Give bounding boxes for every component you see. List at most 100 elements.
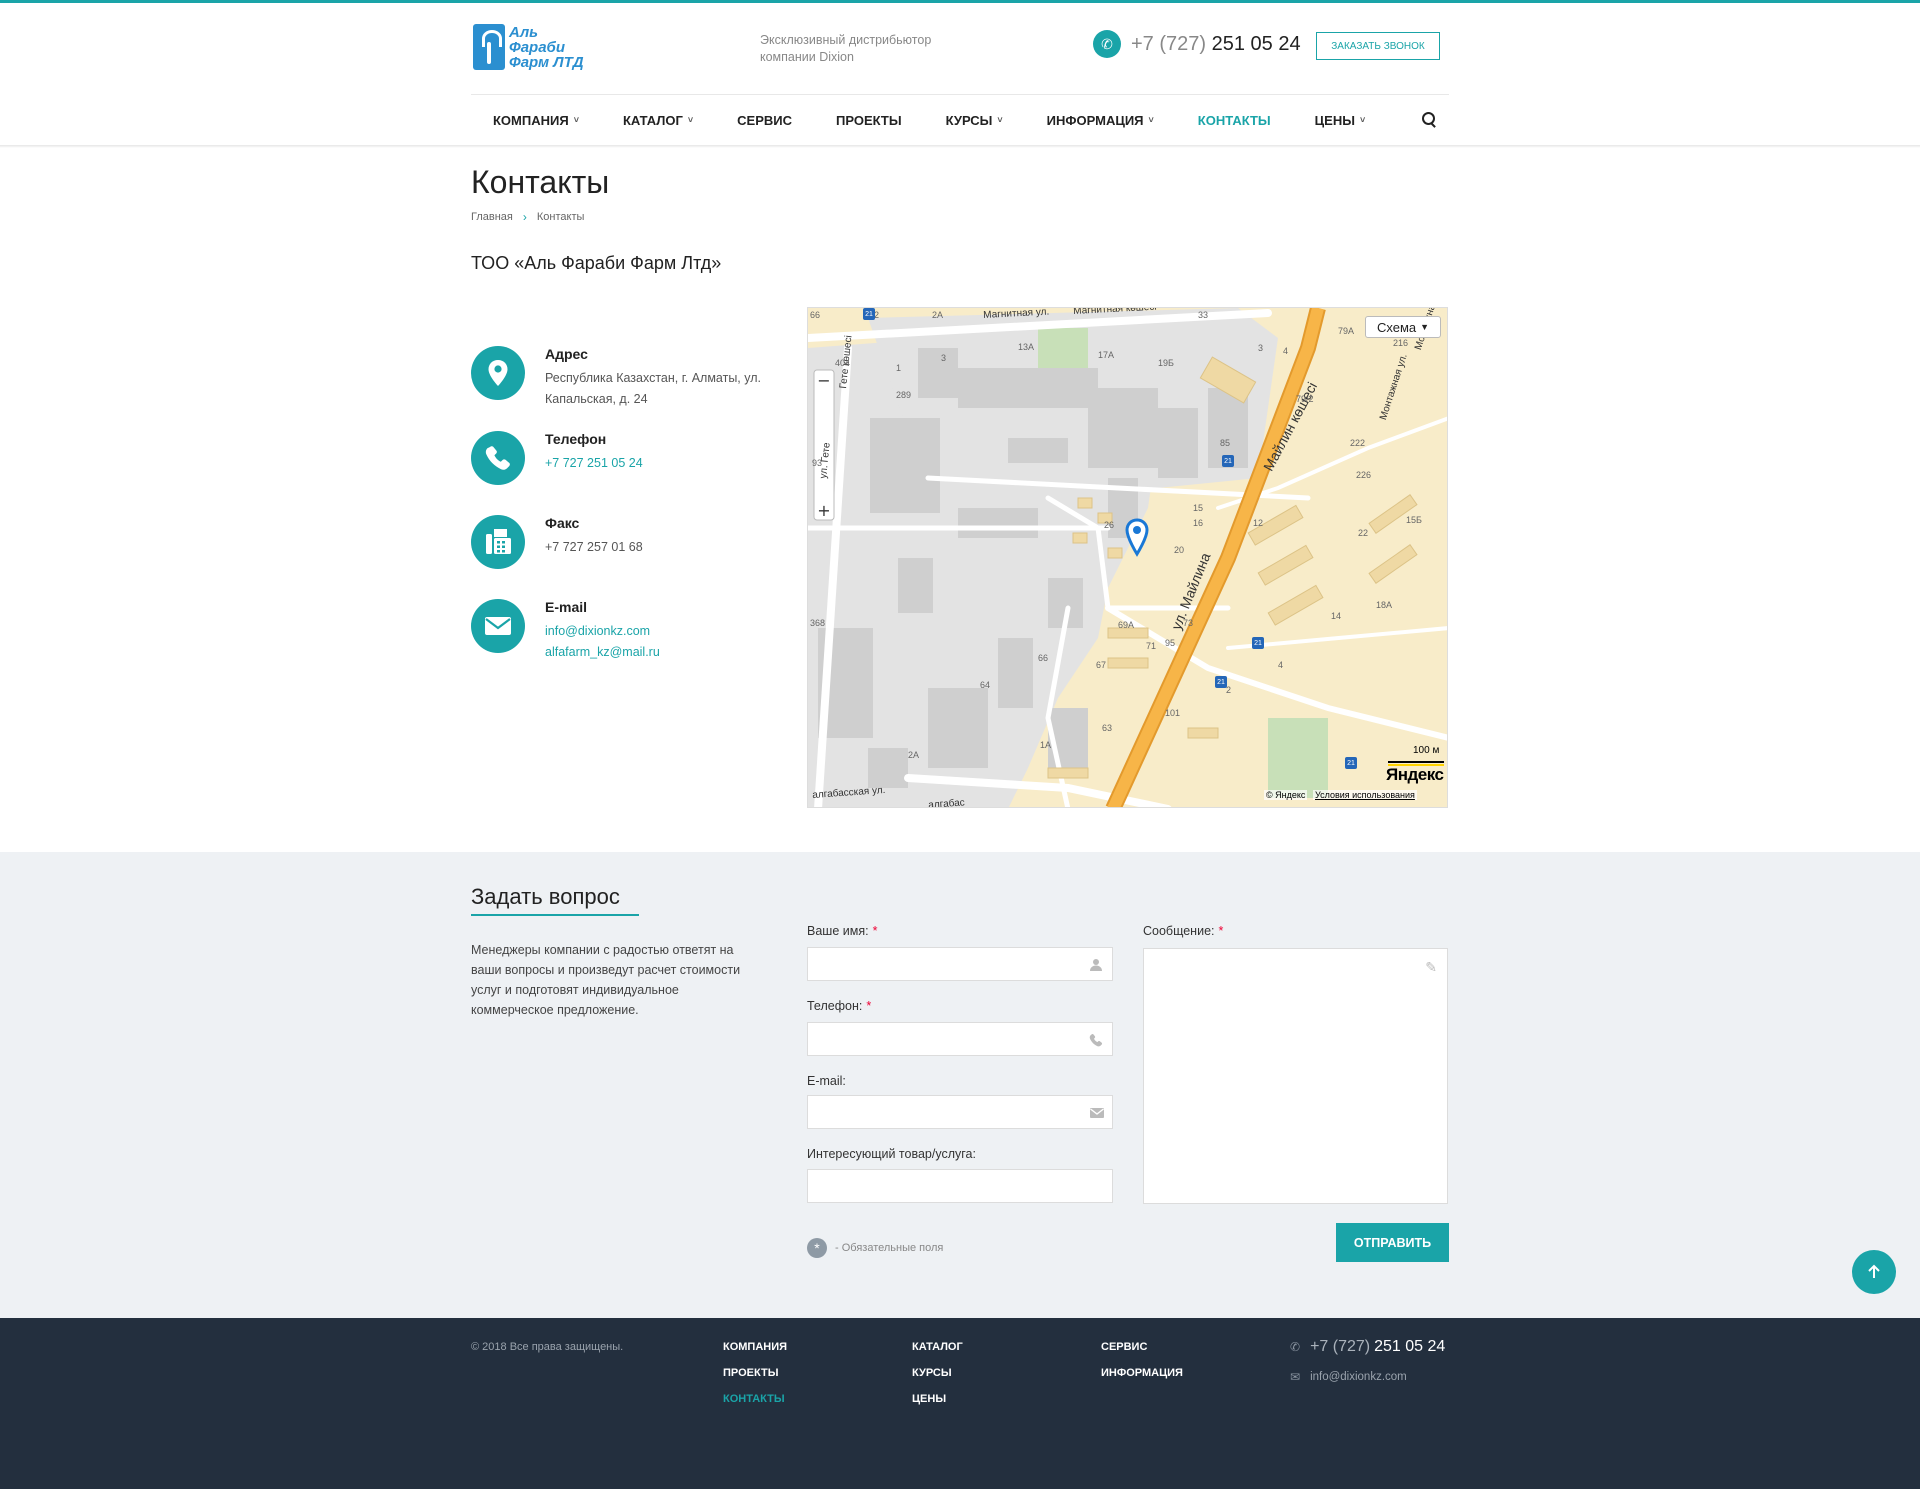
nav-item-label: Информация	[1046, 112, 1144, 128]
map-street-label: алгабас	[928, 797, 966, 808]
map-house-number: 2А	[932, 310, 944, 320]
map-house-number: 12	[1253, 518, 1264, 528]
map-house-number: 2А	[908, 750, 920, 760]
breadcrumb: Главная › Контакты	[471, 210, 584, 224]
map-house-number: 1А	[1040, 740, 1052, 750]
yandex-map[interactable]: − + ул. Майлина Майлин көшесі Магнитная ул…	[807, 307, 1448, 808]
nav-item-8[interactable]: Цены ˅	[1315, 95, 1366, 145]
map-house-number: 33	[1198, 310, 1209, 320]
location-pin-icon	[471, 346, 525, 400]
map-house-number: 15	[1193, 503, 1204, 513]
yandex-logo: Яндекс	[1386, 765, 1444, 784]
map-house-number: 64	[980, 680, 991, 690]
fax-icon	[471, 515, 525, 569]
title-underline	[471, 914, 639, 916]
map-house-number: 3	[1258, 343, 1264, 353]
chevron-down-icon: ˅	[687, 115, 694, 125]
name-field[interactable]	[807, 947, 1113, 981]
email-link-secondary[interactable]: alfafarm_kz@mail.ru	[545, 642, 785, 663]
map-house-number: 63	[1102, 723, 1113, 733]
svg-text:+: +	[817, 501, 830, 520]
map-house-number: 26	[1104, 520, 1115, 530]
nav-item-label: Сервис	[737, 112, 793, 128]
phone-icon	[471, 431, 525, 485]
submit-button[interactable]: Отправить	[1336, 1223, 1449, 1262]
scroll-to-top-button[interactable]	[1852, 1250, 1896, 1294]
nav-item-3[interactable]: Сервис	[737, 95, 792, 145]
callback-button[interactable]: Заказать звонок	[1316, 32, 1440, 60]
footer-nav-item[interactable]: Контакты	[723, 1393, 785, 1405]
map-house-number: 4	[1278, 660, 1284, 670]
header-phone-number: +7 (727) 251 05 24	[1131, 32, 1301, 55]
nav-item-1[interactable]: Компания ˅	[493, 95, 579, 145]
map-house-number: 14	[1331, 611, 1342, 621]
map-house-number: 3	[941, 353, 947, 363]
nav-item-label: Каталог	[622, 112, 683, 128]
map-house-number: 18А	[1376, 600, 1393, 610]
map-house-number: 85	[1220, 438, 1231, 448]
map-house-number: 289	[896, 390, 912, 400]
map-route-badge: 21	[1345, 757, 1357, 769]
map-house-number: 13А	[1018, 342, 1035, 352]
phone-field[interactable]	[807, 1022, 1113, 1056]
phone-icon	[1089, 1033, 1103, 1047]
fax-title: Факс	[545, 515, 580, 531]
asterisk-icon: *	[807, 1238, 827, 1258]
footer-email[interactable]: ✉ info@dixionkz.com	[1290, 1370, 1407, 1384]
map-house-number: 20	[1174, 545, 1185, 555]
footer-nav-item[interactable]: Цены	[912, 1393, 946, 1405]
nav-item-2[interactable]: Каталог ˅	[623, 95, 693, 145]
contact-address: Адрес Республика Казахстан, г. Алматы, у…	[471, 346, 791, 406]
email-field-label: E-mail:	[807, 1074, 846, 1088]
map-house-number: 19Б	[1158, 358, 1174, 368]
required-asterisk: *	[872, 924, 878, 938]
email-field[interactable]	[807, 1095, 1113, 1129]
map-type-button[interactable]: Схема ▼	[1365, 316, 1441, 338]
map-pin-icon[interactable]	[1124, 518, 1150, 563]
map-house-number: 69А	[1118, 620, 1135, 630]
message-textarea[interactable]: ✎	[1143, 948, 1448, 1204]
logo-mark-icon	[473, 24, 505, 70]
nav-item-7[interactable]: Контакты	[1198, 95, 1271, 145]
footer-copyright: © 2018 Все права защищены.	[471, 1341, 624, 1353]
header-shadow	[0, 145, 1920, 148]
header-phone[interactable]: ✆ +7 (727) 251 05 24	[1093, 30, 1301, 58]
footer-phone[interactable]: ✆ +7 (727) 251 05 24	[1290, 1338, 1445, 1356]
footer-nav-item[interactable]: Каталог	[912, 1341, 963, 1353]
map-house-number: 22	[1358, 528, 1369, 538]
map-terms-link[interactable]: Условия использования	[1313, 790, 1417, 800]
name-field-label: Ваше имя: *	[807, 924, 878, 938]
contact-fax: Факс +7 727 257 01 68	[471, 515, 791, 575]
footer-nav-item[interactable]: Проекты	[723, 1367, 778, 1379]
footer-nav-item[interactable]: Информация	[1101, 1367, 1183, 1379]
map-scale-label: 100 м	[1413, 745, 1440, 756]
product-field[interactable]	[807, 1169, 1113, 1203]
nav-item-6[interactable]: Информация ˅	[1047, 95, 1154, 145]
search-icon[interactable]	[1421, 111, 1437, 127]
email-link-primary[interactable]: info@dixionkz.com	[545, 621, 785, 642]
nav-item-4[interactable]: Проекты	[836, 95, 902, 145]
footer-nav-item[interactable]: Курсы	[912, 1367, 952, 1379]
nav-item-label: Компания	[493, 112, 569, 128]
nav-item-5[interactable]: Курсы ˅	[946, 95, 1003, 145]
map-house-number: 66	[810, 310, 821, 320]
product-field-label: Интересующий товар/услуга:	[807, 1147, 976, 1161]
map-house-number: 73	[1183, 618, 1194, 628]
phone-link[interactable]: +7 727 251 05 24	[545, 453, 785, 474]
contact-phone: Телефон +7 727 251 05 24	[471, 431, 791, 491]
header-slogan: Эксклюзивный дистрибьютор компании Dixio…	[760, 33, 932, 64]
main-nav: Компания ˅ Каталог ˅ Сервис Проекты Курсы ˅ Инфо…	[471, 95, 1449, 145]
map-house-number: 67	[1096, 660, 1107, 670]
chevron-down-icon: ˅	[1148, 115, 1154, 125]
chevron-right-icon: ›	[522, 210, 527, 224]
footer-nav-item[interactable]: Сервис	[1101, 1341, 1147, 1353]
map-copyright: © Яндекс	[1264, 790, 1308, 800]
logo[interactable]: Аль Фараби Фарм ЛТД	[473, 23, 593, 71]
envelope-icon: ✉	[1290, 1370, 1301, 1384]
page-title: Контакты	[471, 164, 610, 200]
email-title: E-mail	[545, 599, 588, 615]
ask-question-title: Задать вопрос	[471, 884, 620, 909]
nav-item-label: Контакты	[1197, 112, 1271, 128]
breadcrumb-home-link[interactable]: Главная	[471, 211, 513, 223]
footer-nav-item[interactable]: Компания	[723, 1341, 787, 1353]
